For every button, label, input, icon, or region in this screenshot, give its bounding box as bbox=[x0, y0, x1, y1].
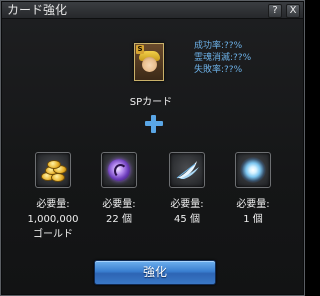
purple-soul-orb-icon bbox=[108, 159, 130, 181]
requirement-label: 必要量: bbox=[102, 199, 136, 210]
light-burst-icon bbox=[240, 157, 266, 183]
requirement-amount: 1 個 bbox=[243, 214, 263, 225]
material-requirement-soul-orb: 必要量: 22 個 bbox=[84, 197, 154, 227]
material-slot-gold[interactable] bbox=[35, 152, 71, 188]
title-bar[interactable]: カード強化 ? X bbox=[2, 2, 303, 19]
material-slot-light[interactable] bbox=[235, 152, 271, 188]
card-level-badge: S bbox=[136, 45, 144, 54]
close-button[interactable]: X bbox=[286, 4, 300, 18]
enhance-rates: 成功率:??% 霊魂消滅:??% 失敗率:??% bbox=[194, 40, 251, 76]
card-portrait-icon bbox=[142, 57, 157, 72]
material-requirement-feather: 必要量: 45 個 bbox=[152, 197, 222, 227]
sp-card-slot[interactable]: S bbox=[134, 43, 164, 81]
requirement-amount: 1,000,000 bbox=[27, 214, 79, 225]
enhance-button[interactable]: 強化 bbox=[94, 260, 216, 285]
requirement-unit: ゴールド bbox=[33, 229, 73, 240]
white-feather-icon bbox=[176, 161, 199, 179]
plus-icon bbox=[145, 115, 163, 133]
requirement-label: 必要量: bbox=[236, 199, 270, 210]
requirement-label: 必要量: bbox=[170, 199, 204, 210]
card-enhance-window: カード強化 ? X S 成功率:??% 霊魂消滅:??% 失敗率:??% SPカ… bbox=[0, 0, 305, 296]
material-slot-soul-orb[interactable] bbox=[101, 152, 137, 188]
material-requirement-gold: 必要量: 1,000,000 ゴールド bbox=[18, 197, 88, 242]
material-requirement-light: 必要量: 1 個 bbox=[218, 197, 288, 227]
failure-rate: 失敗率:??% bbox=[194, 65, 243, 75]
success-rate: 成功率:??% bbox=[194, 41, 243, 51]
window-title: カード強化 bbox=[7, 3, 68, 17]
requirement-amount: 45 個 bbox=[174, 214, 200, 225]
soul-loss-rate: 霊魂消滅:??% bbox=[194, 53, 252, 63]
requirement-label: 必要量: bbox=[36, 199, 70, 210]
help-button[interactable]: ? bbox=[268, 4, 282, 18]
card-name: SPカード bbox=[129, 97, 173, 108]
requirement-amount: 22 個 bbox=[106, 214, 132, 225]
material-slot-feather[interactable] bbox=[169, 152, 205, 188]
